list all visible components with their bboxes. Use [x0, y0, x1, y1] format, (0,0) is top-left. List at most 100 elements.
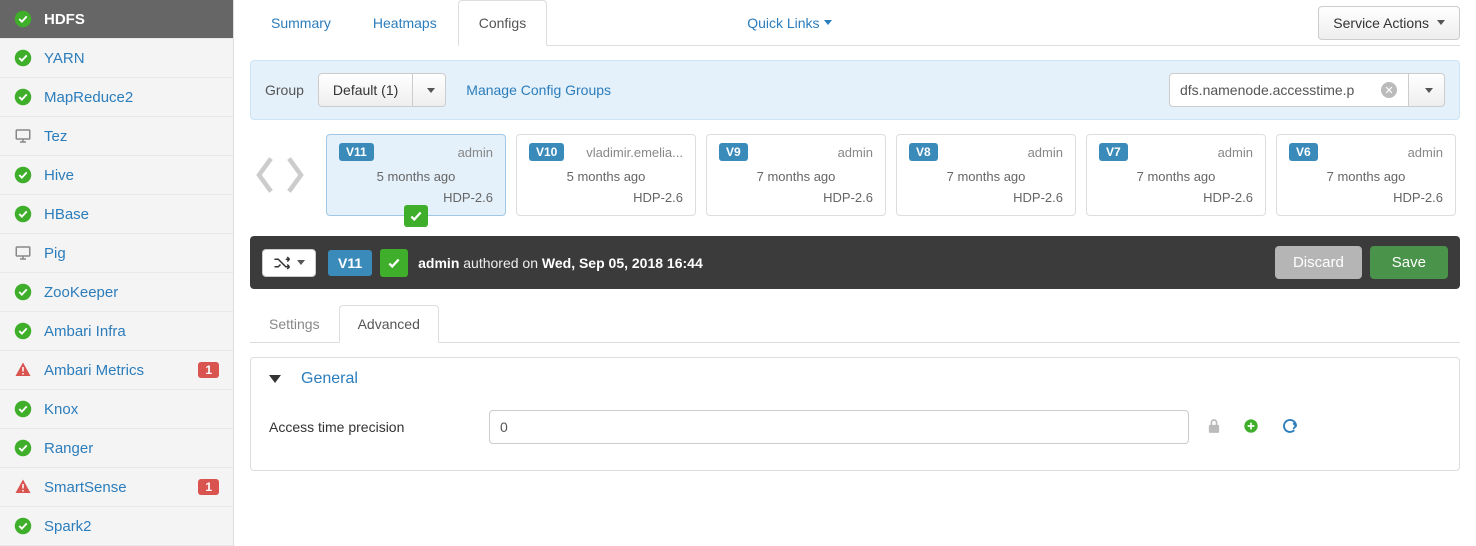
version-action-bar: V11 admin authored on Wed, Sep 05, 2018 … — [250, 236, 1460, 289]
status-icon — [14, 205, 32, 223]
config-filter-input[interactable] — [1169, 73, 1409, 107]
discard-button[interactable]: Discard — [1275, 246, 1362, 279]
version-user: admin — [1028, 145, 1063, 160]
chevron-right-icon[interactable] — [280, 152, 310, 198]
config-property-row: Access time precision — [251, 400, 1459, 454]
clear-filter-icon[interactable]: ✕ — [1381, 82, 1397, 98]
caret-down-icon — [824, 20, 832, 25]
caret-down-icon — [1425, 88, 1433, 93]
version-badge: V8 — [909, 143, 938, 161]
chevron-left-icon[interactable] — [250, 152, 280, 198]
status-icon — [14, 400, 32, 418]
manage-config-groups-link[interactable]: Manage Config Groups — [466, 82, 611, 98]
sidebar-item-mapreduce2[interactable]: MapReduce2 — [0, 78, 233, 117]
override-add-icon[interactable] — [1243, 418, 1259, 437]
version-card-v6[interactable]: V6 admin 7 months ago HDP-2.6 — [1276, 134, 1456, 216]
group-dropdown-toggle[interactable] — [413, 73, 446, 107]
version-card-v7[interactable]: V7admin7 months agoHDP-2.6 — [1086, 134, 1266, 216]
sidebar-item-label: YARN — [44, 50, 85, 67]
status-icon — [14, 166, 32, 184]
group-selected-button[interactable]: Default (1) — [318, 73, 413, 107]
quick-links-label: Quick Links — [747, 15, 819, 31]
sidebar-item-label: Ranger — [44, 440, 93, 457]
version-badge: V10 — [529, 143, 564, 161]
service-actions-button[interactable]: Service Actions — [1318, 6, 1460, 40]
service-tabs: Summary Heatmaps Configs — [250, 0, 547, 45]
sidebar-item-pig[interactable]: Pig — [0, 234, 233, 273]
version-badge: V11 — [339, 143, 374, 161]
version-applied-icon — [380, 249, 408, 277]
filter-wrap: ✕ — [1169, 73, 1445, 107]
subtab-advanced[interactable]: Advanced — [339, 305, 439, 343]
compare-versions-button[interactable] — [262, 249, 316, 277]
status-icon — [14, 439, 32, 457]
tab-summary[interactable]: Summary — [250, 0, 352, 46]
version-time: 5 months ago — [339, 169, 493, 184]
sidebar-item-label: Ambari Metrics — [44, 362, 144, 379]
caret-down-icon — [297, 260, 305, 265]
version-user: vladimir.emelia... — [586, 145, 683, 160]
group-select: Default (1) — [318, 73, 446, 107]
config-subtabs: Settings Advanced — [250, 305, 1460, 343]
sidebar-item-label: ZooKeeper — [44, 284, 118, 301]
sidebar-item-yarn[interactable]: YARN — [0, 39, 233, 78]
filter-dropdown-toggle[interactable] — [1409, 73, 1445, 107]
sidebar-item-ranger[interactable]: Ranger — [0, 429, 233, 468]
sidebar-item-label: SmartSense — [44, 479, 127, 496]
version-stack: HDP-2.6 — [1289, 190, 1443, 205]
top-tab-bar: Summary Heatmaps Configs Quick Links Ser… — [250, 0, 1460, 46]
subtab-settings[interactable]: Settings — [250, 305, 339, 343]
config-group-toolbar: Group Default (1) Manage Config Groups ✕ — [250, 60, 1460, 120]
panel-header-general[interactable]: General — [251, 358, 1459, 400]
sidebar-item-spark2[interactable]: Spark2 — [0, 507, 233, 546]
author-date: Wed, Sep 05, 2018 16:44 — [542, 255, 703, 271]
quick-links-dropdown[interactable]: Quick Links — [747, 15, 831, 31]
sidebar-item-hbase[interactable]: HBase — [0, 195, 233, 234]
version-stack: HDP-2.6 — [909, 190, 1063, 205]
version-user: admin — [1408, 145, 1443, 160]
sidebar-item-label: MapReduce2 — [44, 89, 133, 106]
sidebar-item-hdfs[interactable]: HDFS — [0, 0, 233, 39]
tab-configs[interactable]: Configs — [458, 0, 547, 46]
sidebar-item-smartsense[interactable]: SmartSense 1 — [0, 468, 233, 507]
status-icon — [14, 127, 32, 145]
status-icon — [14, 88, 32, 106]
version-card-v10[interactable]: V10vladimir.emelia...5 months agoHDP-2.6 — [516, 134, 696, 216]
service-sidebar: HDFS YARN MapReduce2 Tez Hive HBase Pig ZooKeep… — [0, 0, 234, 546]
version-stack: HDP-2.6 — [719, 190, 873, 205]
version-user: admin — [458, 145, 493, 160]
alert-badge: 1 — [198, 479, 219, 495]
version-card-v11[interactable]: V11 admin 5 months ago HDP-2.6 — [326, 134, 506, 216]
alert-badge: 1 — [198, 362, 219, 378]
current-version-badge: V11 — [328, 250, 372, 276]
tab-heatmaps[interactable]: Heatmaps — [352, 0, 458, 46]
version-stack: HDP-2.6 — [529, 190, 683, 205]
version-time: 7 months ago — [719, 169, 873, 184]
sidebar-item-ambari-metrics[interactable]: Ambari Metrics 1 — [0, 351, 233, 390]
sidebar-item-label: HDFS — [44, 11, 85, 28]
sidebar-item-label: Pig — [44, 245, 66, 262]
sidebar-item-tez[interactable]: Tez — [0, 117, 233, 156]
version-time: 7 months ago — [909, 169, 1063, 184]
version-card-v9[interactable]: V9admin7 months agoHDP-2.6 — [706, 134, 886, 216]
version-stack: HDP-2.6 — [339, 190, 493, 205]
version-badge: V6 — [1289, 143, 1318, 161]
version-time: 7 months ago — [1289, 169, 1443, 184]
status-icon — [14, 478, 32, 496]
sidebar-item-knox[interactable]: Knox — [0, 390, 233, 429]
collapse-icon — [269, 375, 281, 383]
save-button[interactable]: Save — [1370, 246, 1448, 279]
property-value-input[interactable] — [489, 410, 1189, 444]
sidebar-item-zookeeper[interactable]: ZooKeeper — [0, 273, 233, 312]
sidebar-item-label: Ambari Infra — [44, 323, 126, 340]
sidebar-item-hive[interactable]: Hive — [0, 156, 233, 195]
panel-title: General — [301, 370, 358, 388]
sidebar-item-label: Hive — [44, 167, 74, 184]
group-label: Group — [265, 82, 304, 98]
property-label: Access time precision — [269, 419, 489, 435]
undo-icon[interactable] — [1281, 418, 1299, 437]
version-card-v8[interactable]: V8 admin 7 months ago HDP-2.6 — [896, 134, 1076, 216]
version-stack: HDP-2.6 — [1099, 190, 1253, 205]
sidebar-item-ambari-infra[interactable]: Ambari Infra — [0, 312, 233, 351]
lock-icon[interactable] — [1207, 418, 1221, 437]
